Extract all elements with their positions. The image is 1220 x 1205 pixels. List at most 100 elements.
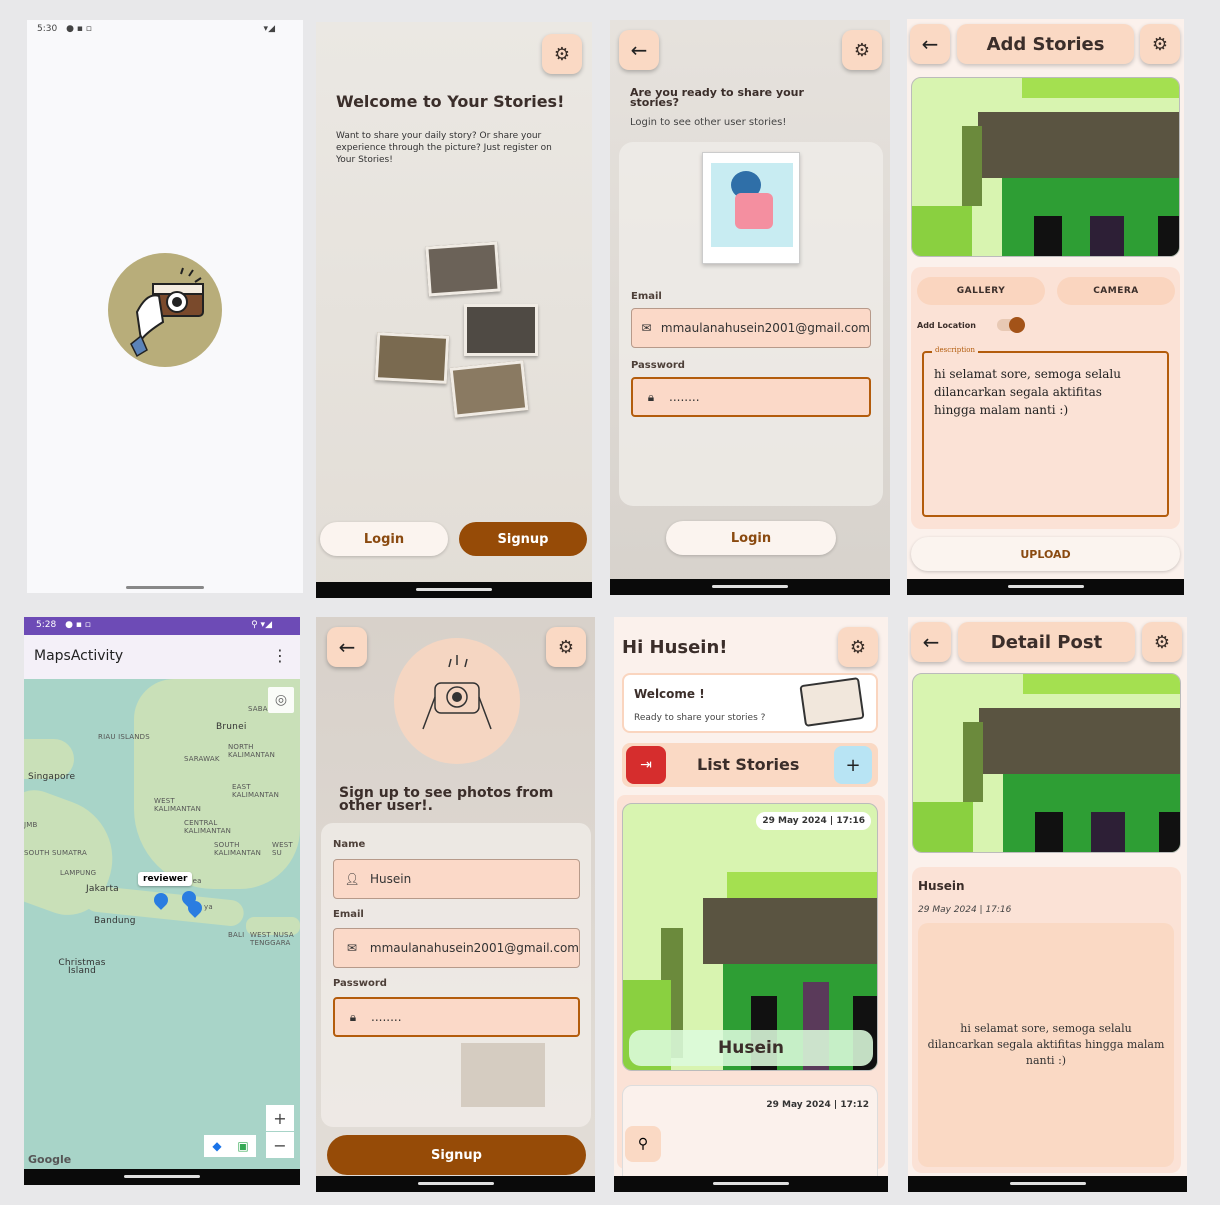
nav-bar xyxy=(614,1176,888,1192)
signal-icon: ▾◢ xyxy=(263,24,275,34)
home-indicator xyxy=(126,586,204,589)
map-label: Bandung xyxy=(94,916,136,926)
nav-bar xyxy=(316,582,592,598)
nav-bar xyxy=(610,579,890,595)
description-label: description xyxy=(932,346,978,354)
zoom-in-button[interactable]: + xyxy=(266,1105,294,1131)
app-bar: MapsActivity ⋮ xyxy=(24,635,300,679)
add-story-button[interactable]: + xyxy=(834,746,872,784)
photo-2 xyxy=(464,304,538,356)
email-field[interactable]: ✉ mmaulanahusein2001@gmail.com xyxy=(631,308,871,348)
status-time: 5:28 xyxy=(36,620,57,630)
detail-header: Detail Post xyxy=(958,622,1135,662)
photos-icon xyxy=(799,677,865,727)
detail-description-box: hi selamat sore, semoga selalu dilancark… xyxy=(918,923,1174,1167)
map-label: WEST KALIMANTAN xyxy=(154,797,202,813)
nav-bar xyxy=(24,1169,300,1185)
map-label: LAMPUNG xyxy=(60,869,97,877)
overflow-menu-icon[interactable]: ⋮ xyxy=(272,646,288,665)
login-button[interactable]: Login xyxy=(320,522,448,556)
map-label: Jakarta xyxy=(86,884,119,894)
settings-button[interactable]: ⚙ xyxy=(838,627,878,667)
location-toggle[interactable] xyxy=(997,317,1025,333)
status-bar: 5:30 ● ▪ ▫ ▾◢ xyxy=(27,20,303,40)
story-author: Husein xyxy=(629,1030,873,1066)
nav-bar xyxy=(908,1176,1187,1192)
splash-screen: 5:30 ● ▪ ▫ ▾◢ xyxy=(27,20,303,593)
back-button[interactable]: ← xyxy=(327,627,367,667)
story-date-badge: 29 May 2024 | 17:16 xyxy=(756,812,871,830)
settings-button[interactable]: ⚙ xyxy=(546,627,586,667)
gear-icon: ⚙ xyxy=(849,636,867,658)
signup-button[interactable]: Signup xyxy=(327,1135,586,1175)
arrow-left-icon: ← xyxy=(338,635,356,659)
camera-button[interactable]: CAMERA xyxy=(1057,277,1175,305)
name-value: Husein xyxy=(370,872,412,886)
directions-icon: ◆ xyxy=(212,1139,222,1153)
settings-button[interactable]: ⚙ xyxy=(1140,24,1180,64)
add-story-screen: ← Add Stories ⚙ GALLERY CAMERA Add Locat… xyxy=(907,19,1184,595)
password-field[interactable]: 🔒︎ ........ xyxy=(631,377,871,417)
bg-photo xyxy=(461,1043,545,1107)
map-label: RIAU ISLANDS xyxy=(98,733,150,741)
story-date-badge: 29 May 2024 | 17:12 xyxy=(766,1100,869,1110)
map-label: SOUTH KALIMANTAN xyxy=(214,841,262,857)
logout-button[interactable]: ⇥ xyxy=(626,746,666,784)
map-label: Brunei xyxy=(216,722,247,732)
map-label: EAST KALIMANTAN xyxy=(232,783,280,799)
back-button[interactable]: ← xyxy=(619,30,659,70)
password-value: ........ xyxy=(371,1010,402,1024)
password-label: Password xyxy=(333,978,387,989)
name-field[interactable]: 👤︎ Husein xyxy=(333,859,580,899)
login-screen: ← ⚙ Are you ready to share your stories?… xyxy=(610,20,890,595)
name-label: Name xyxy=(333,839,366,850)
gear-icon: ⚙ xyxy=(1151,33,1169,55)
settings-button[interactable]: ⚙ xyxy=(542,34,582,74)
location-pin-button[interactable]: ⚲ xyxy=(625,1126,661,1162)
photo-1 xyxy=(425,241,501,297)
person-icon: 👤︎ xyxy=(344,872,360,886)
password-value: ........ xyxy=(669,390,700,404)
maps-icon: ▣ xyxy=(237,1139,249,1153)
upload-button[interactable]: UPLOAD xyxy=(911,537,1180,571)
settings-button[interactable]: ⚙ xyxy=(842,30,882,70)
list-header: ⇥ List Stories + xyxy=(622,743,878,787)
description-field[interactable]: description hi selamat sore, semoga sela… xyxy=(922,346,1169,517)
app-title: MapsActivity xyxy=(34,648,124,664)
map-view[interactable]: RIAU ISLANDS Brunei SARAWAK NORTH KALIMA… xyxy=(24,679,300,1169)
map-label: SABA xyxy=(248,705,268,713)
my-location-button[interactable]: ◎ xyxy=(268,687,294,713)
open-maps-button[interactable]: ▣ xyxy=(230,1135,256,1157)
photo-3 xyxy=(374,332,450,384)
directions-button[interactable]: ◆ xyxy=(204,1135,230,1157)
lock-icon: 🔒︎ xyxy=(349,1009,357,1024)
zoom-out-button[interactable]: − xyxy=(266,1132,294,1158)
map-label: SARAWAK xyxy=(184,755,220,763)
list-title: List Stories xyxy=(697,755,800,774)
settings-button[interactable]: ⚙ xyxy=(1142,622,1182,662)
detail-screen: ← Detail Post ⚙ Husein 29 May 2024 | 17:… xyxy=(908,617,1187,1192)
status-time: 5:30 xyxy=(37,24,58,34)
email-field[interactable]: ✉ mmaulanahusein2001@gmail.com xyxy=(333,928,580,968)
signup-button[interactable]: Signup xyxy=(459,522,587,556)
gallery-button[interactable]: GALLERY xyxy=(917,277,1045,305)
photo-4 xyxy=(449,360,529,418)
login-button[interactable]: Login xyxy=(666,521,836,555)
map-label: Singapore xyxy=(28,772,76,782)
gear-icon: ⚙ xyxy=(557,636,575,658)
map-label: SOUTH SUMATRA xyxy=(24,849,87,857)
preview-image xyxy=(911,77,1180,257)
login-title: Are you ready to share your stories? xyxy=(630,86,804,109)
back-button[interactable]: ← xyxy=(911,622,951,662)
map-label: BALI xyxy=(228,931,245,939)
signup-title: Sign up to see photos from other user!. xyxy=(339,785,554,814)
story-card[interactable]: 29 May 2024 | 17:12 ⚲ xyxy=(622,1085,878,1185)
password-field[interactable]: 🔒︎ ........ xyxy=(333,997,580,1037)
nav-bar xyxy=(907,579,1184,595)
back-button[interactable]: ← xyxy=(910,24,950,64)
signup-screen: ← ⚙ Sign up to see photos from other use… xyxy=(316,617,595,1192)
welcome-body: Want to share your daily story? Or share… xyxy=(336,131,552,165)
story-card[interactable]: 29 May 2024 | 17:16 Husein xyxy=(622,803,878,1071)
map-label: Christmas Island xyxy=(58,958,106,976)
arrow-left-icon: ← xyxy=(922,630,940,654)
